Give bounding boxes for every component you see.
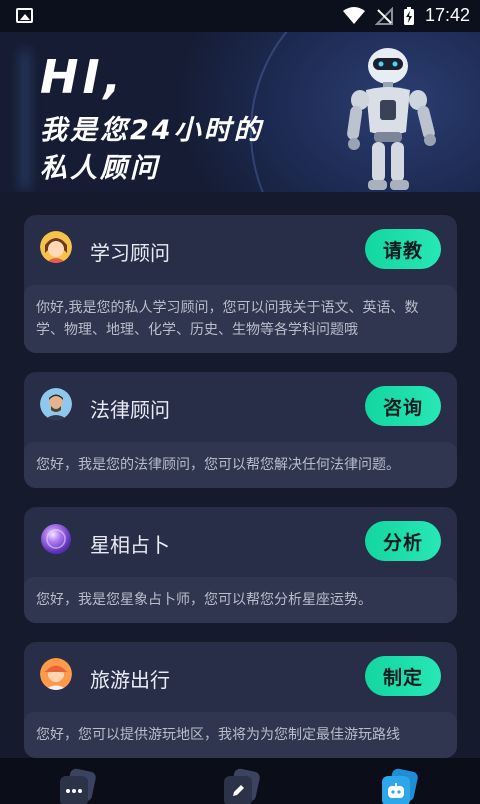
nav-assistant[interactable]	[382, 767, 419, 804]
image-icon	[16, 8, 33, 23]
nav-write[interactable]	[224, 767, 261, 804]
advisor-card-law: 法律顾问 咨询 您好，我是您的法律顾问，您可以帮您解决任何法律问题。	[24, 372, 457, 488]
astrology-orb-icon	[40, 523, 72, 555]
plan-button[interactable]: 制定	[365, 656, 441, 696]
edit-pen-icon	[224, 776, 252, 804]
wifi-icon	[342, 6, 365, 24]
card-description: 你好,我是您的私人学习顾问，您可以问我关于语文、英语、数学、物理、地理、化学、历…	[24, 285, 457, 353]
robot-face-icon	[382, 776, 410, 804]
chat-bubble-icon	[60, 776, 88, 804]
lawyer-avatar-icon	[40, 388, 72, 420]
card-title: 法律顾问	[90, 398, 170, 422]
bottom-nav	[0, 758, 480, 804]
consult-button[interactable]: 咨询	[365, 386, 441, 426]
card-title: 学习顾问	[90, 241, 170, 265]
card-title: 星相占卜	[90, 533, 170, 557]
advisor-card-study: 学习顾问 请教 你好,我是您的私人学习顾问，您可以问我关于语文、英语、数学、物理…	[24, 215, 457, 353]
card-title: 旅游出行	[90, 668, 170, 692]
card-description: 您好，我是您的法律顾问，您可以帮您解决任何法律问题。	[24, 442, 457, 488]
student-avatar-icon	[40, 231, 72, 263]
hero-glow-decoration	[22, 50, 28, 190]
analyze-button[interactable]: 分析	[365, 521, 441, 561]
robot-illustration	[347, 48, 436, 190]
hero-title-line2: 私人顾问	[40, 153, 160, 184]
card-description: 您好，我是您星象占卜师，您可以帮您分析星座运势。	[24, 577, 457, 623]
hero-greeting: HI,	[40, 50, 126, 104]
status-bar: 17:42	[0, 0, 480, 32]
advisor-card-astrology: 星相占卜 分析 您好，我是您星象占卜师，您可以帮您分析星座运势。	[24, 507, 457, 623]
hero-title-line1: 我是您24小时的	[40, 115, 264, 146]
signal-off-icon	[374, 6, 393, 25]
advisor-card-travel: 旅游出行 制定 您好，您可以提供游玩地区，我将为为您制定最佳游玩路线	[24, 642, 457, 758]
hero-banner: HI, 我是您24小时的 私人顾问	[0, 32, 480, 192]
nav-chat[interactable]	[60, 767, 97, 804]
traveler-avatar-icon	[40, 658, 72, 690]
card-description: 您好，您可以提供游玩地区，我将为为您制定最佳游玩路线	[24, 712, 457, 758]
status-time: 17:42	[424, 5, 470, 25]
battery-charging-icon	[403, 6, 414, 25]
ask-button[interactable]: 请教	[365, 229, 441, 269]
status-icons: 17:42	[342, 5, 470, 26]
